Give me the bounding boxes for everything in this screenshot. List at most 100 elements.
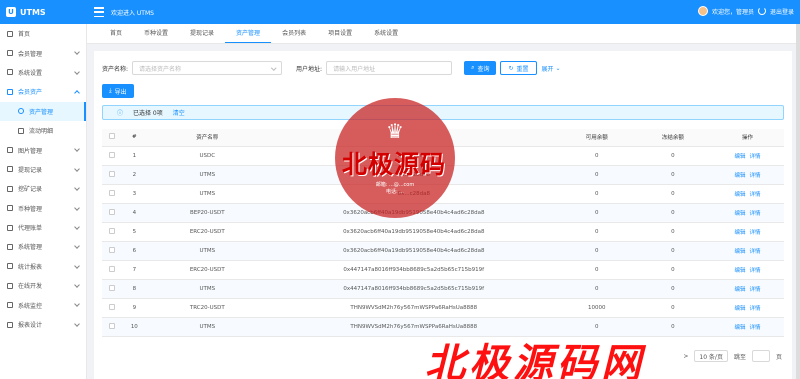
row-user-address: 0x447147a8016ff934bb8689c5a2d5b65c715b91… (268, 279, 559, 299)
clear-selection-link[interactable]: 清空 (173, 108, 185, 117)
asset-icon (7, 88, 13, 95)
tab-home[interactable]: 首页 (99, 24, 133, 43)
sidebar-item-system-settings[interactable]: 系统设置 (0, 63, 86, 82)
edit-link[interactable]: 编辑 (734, 268, 745, 274)
user-address-input[interactable]: 请输入用户地址 (326, 61, 453, 75)
goto-page-input[interactable] (751, 350, 770, 362)
sidebar-item-coins[interactable]: 币种管理 (0, 199, 86, 218)
detail-link[interactable]: 详情 (749, 249, 760, 255)
edit-link[interactable]: 编辑 (734, 249, 745, 255)
chevron-down-icon (74, 243, 80, 250)
tab-withdraw-records[interactable]: 提现记录 (179, 24, 225, 43)
detail-link[interactable]: 详情 (749, 268, 760, 274)
export-button[interactable]: ⤓ 导出 (102, 84, 134, 98)
tab-asset-management[interactable]: 资产管理 (225, 24, 272, 43)
row-available: 0 (558, 165, 635, 185)
menu-toggle-icon[interactable] (94, 7, 104, 17)
sidebar-item-flow-details[interactable]: 流动明细 (0, 121, 86, 140)
query-button[interactable]: ⌕ 查询 (464, 61, 497, 75)
app-logo[interactable]: U UTMS (0, 0, 87, 24)
row-available: 0 (558, 184, 635, 204)
detail-link[interactable]: 详情 (749, 306, 760, 312)
row-checkbox[interactable] (109, 246, 116, 253)
edit-link[interactable]: 编辑 (734, 154, 745, 160)
edit-link[interactable]: 编辑 (734, 192, 745, 198)
row-frozen: 0 (634, 298, 711, 318)
code-icon (7, 282, 13, 289)
watermark-bottom: 北极源码网 (425, 341, 645, 379)
detail-link[interactable]: 详情 (749, 325, 760, 331)
select-all-checkbox[interactable] (109, 133, 116, 140)
edit-link[interactable]: 编辑 (734, 211, 745, 217)
power-icon[interactable] (757, 7, 766, 15)
sidebar-item-withdraw-records[interactable]: 提现记录 (0, 160, 86, 179)
chevron-down-icon (74, 68, 80, 75)
row-actions: 编辑 详情 (710, 165, 784, 185)
withdraw-icon (7, 166, 13, 173)
reset-button[interactable]: ↻ 重置 (500, 61, 537, 75)
tab-coin-settings[interactable]: 币种设置 (133, 24, 179, 43)
sidebar-item-monitor[interactable]: 系统监控 (0, 295, 86, 314)
table-row: 10 UTMS THN9WVSdM2h76y567mWSPPa6RaHsUa8888… (102, 317, 784, 337)
detail-link[interactable]: 详情 (749, 211, 760, 217)
edit-link[interactable]: 编辑 (734, 287, 745, 293)
page-scrollbar[interactable] (796, 24, 800, 379)
row-checkbox[interactable] (109, 322, 116, 329)
row-checkbox[interactable] (109, 189, 116, 196)
row-checkbox[interactable] (109, 284, 116, 291)
row-checkbox[interactable] (109, 303, 116, 310)
sidebar-item-agent-bills[interactable]: 代理账单 (0, 218, 86, 237)
search-row: 资产名称: 请选择资产名称 用户地址: 请输入用户地址 ⌕ 查询 ↻ 重置 展开 ⌄ (102, 61, 561, 75)
detail-link[interactable]: 详情 (749, 287, 760, 293)
row-actions: 编辑 详情 (710, 184, 784, 204)
edit-link[interactable]: 编辑 (734, 306, 745, 312)
page-size-select[interactable]: 10 条/页 (694, 350, 728, 362)
row-checkbox[interactable] (109, 227, 116, 234)
download-icon: ⤓ (109, 87, 112, 94)
row-asset-name: BEP20-USDT (145, 203, 269, 223)
tab-member-list[interactable]: 会员列表 (271, 24, 317, 43)
expand-link[interactable]: 展开 (542, 64, 554, 73)
user-greeting[interactable]: 欢迎您，管理员 (712, 7, 754, 16)
sidebar-item-members[interactable]: 会员管理 (0, 43, 86, 62)
row-checkbox[interactable] (109, 170, 116, 177)
row-available: 0 (558, 222, 635, 242)
tab-system-settings[interactable]: 系统设置 (363, 24, 409, 43)
row-checkbox[interactable] (109, 265, 116, 272)
sidebar-item-report-design[interactable]: 报表设计 (0, 315, 86, 334)
sidebar-item-mining-records[interactable]: 挖矿记录 (0, 179, 86, 198)
row-checkbox[interactable] (109, 208, 116, 215)
sidebar-item-asset-management[interactable]: 资产管理 (0, 101, 86, 121)
avatar[interactable] (697, 6, 708, 16)
next-page-button[interactable]: > (683, 353, 688, 360)
sidebar-item-online-dev[interactable]: 在线开发 (0, 276, 86, 295)
sidebar-item-home[interactable]: 首页 (0, 24, 86, 43)
sidebar-item-images[interactable]: 图片管理 (0, 140, 86, 159)
edit-link[interactable]: 编辑 (734, 230, 745, 236)
tab-project-settings[interactable]: 项目设置 (317, 24, 363, 43)
row-asset-name: USDC (145, 146, 269, 166)
edit-link[interactable]: 编辑 (734, 173, 745, 179)
sidebar-item-member-assets[interactable]: 会员资产 (0, 82, 86, 101)
detail-link[interactable]: 详情 (749, 154, 760, 160)
row-asset-name: UTMS (145, 165, 269, 185)
asset-name-select[interactable]: 请选择资产名称 (132, 61, 283, 75)
detail-link[interactable]: 详情 (749, 230, 760, 236)
col-asset-name: 资产名称 (145, 129, 269, 147)
logout-link[interactable]: 退出登录 (770, 7, 794, 16)
refresh-icon: ↻ (508, 64, 514, 72)
row-checkbox[interactable] (109, 151, 116, 158)
detail-link[interactable]: 详情 (749, 192, 760, 198)
chevron-down-icon (74, 321, 80, 327)
page-size-value: 10 条/页 (699, 353, 723, 361)
sidebar-item-label: 在线开发 (18, 283, 43, 291)
row-actions: 编辑 详情 (710, 203, 784, 223)
row-actions: 编辑 详情 (710, 279, 784, 299)
edit-link[interactable]: 编辑 (734, 325, 745, 331)
detail-link[interactable]: 详情 (749, 173, 760, 179)
chevron-down-icon[interactable]: ⌄ (556, 65, 561, 72)
row-asset-name: UTMS (145, 241, 269, 261)
sidebar-item-system-management[interactable]: 系统管理 (0, 237, 86, 256)
sidebar-item-reports[interactable]: 统计报表 (0, 257, 86, 276)
row-asset-name: TRC20-USDT (145, 298, 269, 318)
